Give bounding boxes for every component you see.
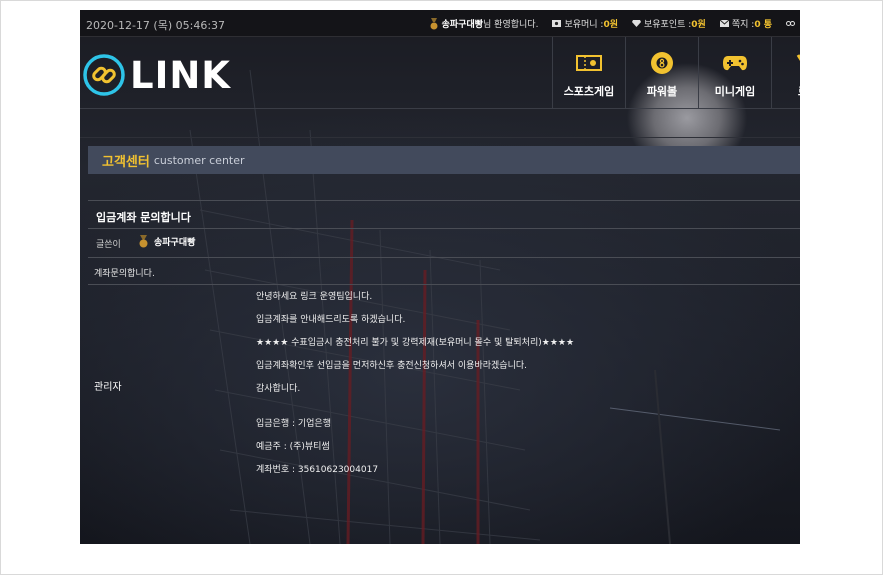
nav-powerball[interactable]: 파워볼 [625, 37, 698, 109]
post-subject-row: 입금계좌 문의합니다 [88, 200, 800, 228]
username[interactable]: 송파구대빵 [442, 17, 483, 30]
money-group[interactable]: 보유머니 : 0원 [552, 17, 618, 30]
ticket-icon [575, 51, 603, 75]
nav-label: 미니게임 [714, 85, 756, 98]
current-datetime: 2020-12-17 (목) 05:46:37 [86, 19, 226, 32]
reply-line: 안녕하세요 링크 운영팀입니다. [256, 292, 373, 302]
nav-sports-game[interactable]: 스포츠게임 [552, 37, 625, 109]
point-group[interactable]: 보유포인트 : 0원 [632, 17, 706, 30]
site-header: LINK 스포츠게임 파워볼 미니게임 [80, 37, 800, 109]
lottery-icon [794, 51, 800, 75]
nav-label: 스포츠게임 [563, 85, 615, 98]
site-logo[interactable]: LINK [82, 54, 231, 96]
point-value: 0원 [691, 20, 706, 30]
post-body: 계좌문의합니다. [94, 269, 155, 279]
note-label: 쪽지 : [731, 20, 755, 30]
reply-bank: 입금은행 : 기업은행 [256, 419, 331, 429]
header-band [80, 110, 800, 138]
reply-row: 관리자 안녕하세요 링크 운영팀입니다. 입금계좌를 안내해드리도록 하겠습니다… [88, 284, 800, 484]
section-title: 고객센터 [102, 154, 150, 170]
envelope-icon [719, 20, 729, 27]
reply-line: 입금계좌를 안내해드리도록 하겠습니다. [256, 315, 406, 325]
money-icon [552, 20, 562, 27]
nav-mini-game[interactable]: 미니게임 [698, 37, 771, 109]
nav-label: 로터 [798, 83, 800, 99]
user-info: 송파구대빵 님 환영합니다. 보유머니 : 0원 보유포인트 : 0원 쪽지:… [415, 17, 798, 30]
medal-icon [139, 235, 148, 248]
money-value: 0원 [603, 20, 618, 30]
welcome-text: 님 환영합니다. [483, 20, 539, 30]
top-status-bar: 2020-12-17 (목) 05:46:37 송파구대빵 님 환영합니다. 보… [80, 10, 800, 37]
note-value: 0 통 [754, 20, 772, 30]
reply-line: 감사합니다. [256, 384, 301, 394]
reply-holder: 예금주 : (주)뷰티썸 [256, 442, 330, 452]
reply-content: 안녕하세요 링크 운영팀입니다. 입금계좌를 안내해드리도록 하겠습니다. ★★… [256, 291, 796, 487]
medal-icon [430, 17, 438, 29]
reply-line: ★★★★ 수표입금시 충전처리 불가 및 강력제재(보유머니 몰수 및 탈퇴처리… [256, 338, 575, 348]
chain-link-icon [83, 54, 125, 96]
author: 송파구대빵 [138, 235, 195, 248]
point-label: 보유포인트 : [644, 20, 692, 30]
post-subject: 입금계좌 문의합니다 [96, 211, 191, 224]
post-author-row: 글쓴이 송파구대빵 [88, 228, 800, 257]
reply-line: 입금계좌확인후 선입금을 먼저하신후 충전신청하셔서 이용바라겠습니다. [256, 361, 527, 371]
section-subtitle: customer center [153, 153, 245, 167]
reply-author: 관리자 [94, 382, 122, 393]
link-icon [786, 21, 795, 26]
reply-account: 계좌번호 : 35610623004017 [256, 465, 379, 475]
reply-gap [256, 406, 796, 418]
post-board: 입금계좌 문의합니다 글쓴이 송파구대빵 계좌문의합니다. 관리자 안녕하세요 [88, 200, 800, 544]
link-group[interactable] [786, 20, 798, 27]
welcome-group: 송파구대빵 님 환영합니다. [429, 17, 539, 30]
section-titlebar: 고객센터 customer center [88, 146, 800, 174]
money-label: 보유머니 : [564, 20, 604, 30]
diamond-icon [632, 20, 641, 27]
main-nav: 스포츠게임 파워볼 미니게임 [552, 37, 800, 109]
post-body-row: 계좌문의합니다. [88, 257, 800, 284]
nav-label: 파워볼 [646, 85, 678, 98]
logo-text: LINK [130, 53, 231, 97]
site-screenshot: 2020-12-17 (목) 05:46:37 송파구대빵 님 환영합니다. 보… [80, 10, 800, 544]
nav-lottery[interactable]: 로터 [771, 37, 800, 109]
gamepad-icon [721, 51, 749, 75]
note-group[interactable]: 쪽지 : 0 통 [719, 17, 772, 30]
author-name: 송파구대빵 [154, 238, 196, 248]
browser-frame: 2020-12-17 (목) 05:46:37 송파구대빵 님 환영합니다. 보… [0, 0, 883, 575]
author-label: 글쓴이 [96, 240, 121, 250]
ball-8-icon [648, 51, 676, 75]
